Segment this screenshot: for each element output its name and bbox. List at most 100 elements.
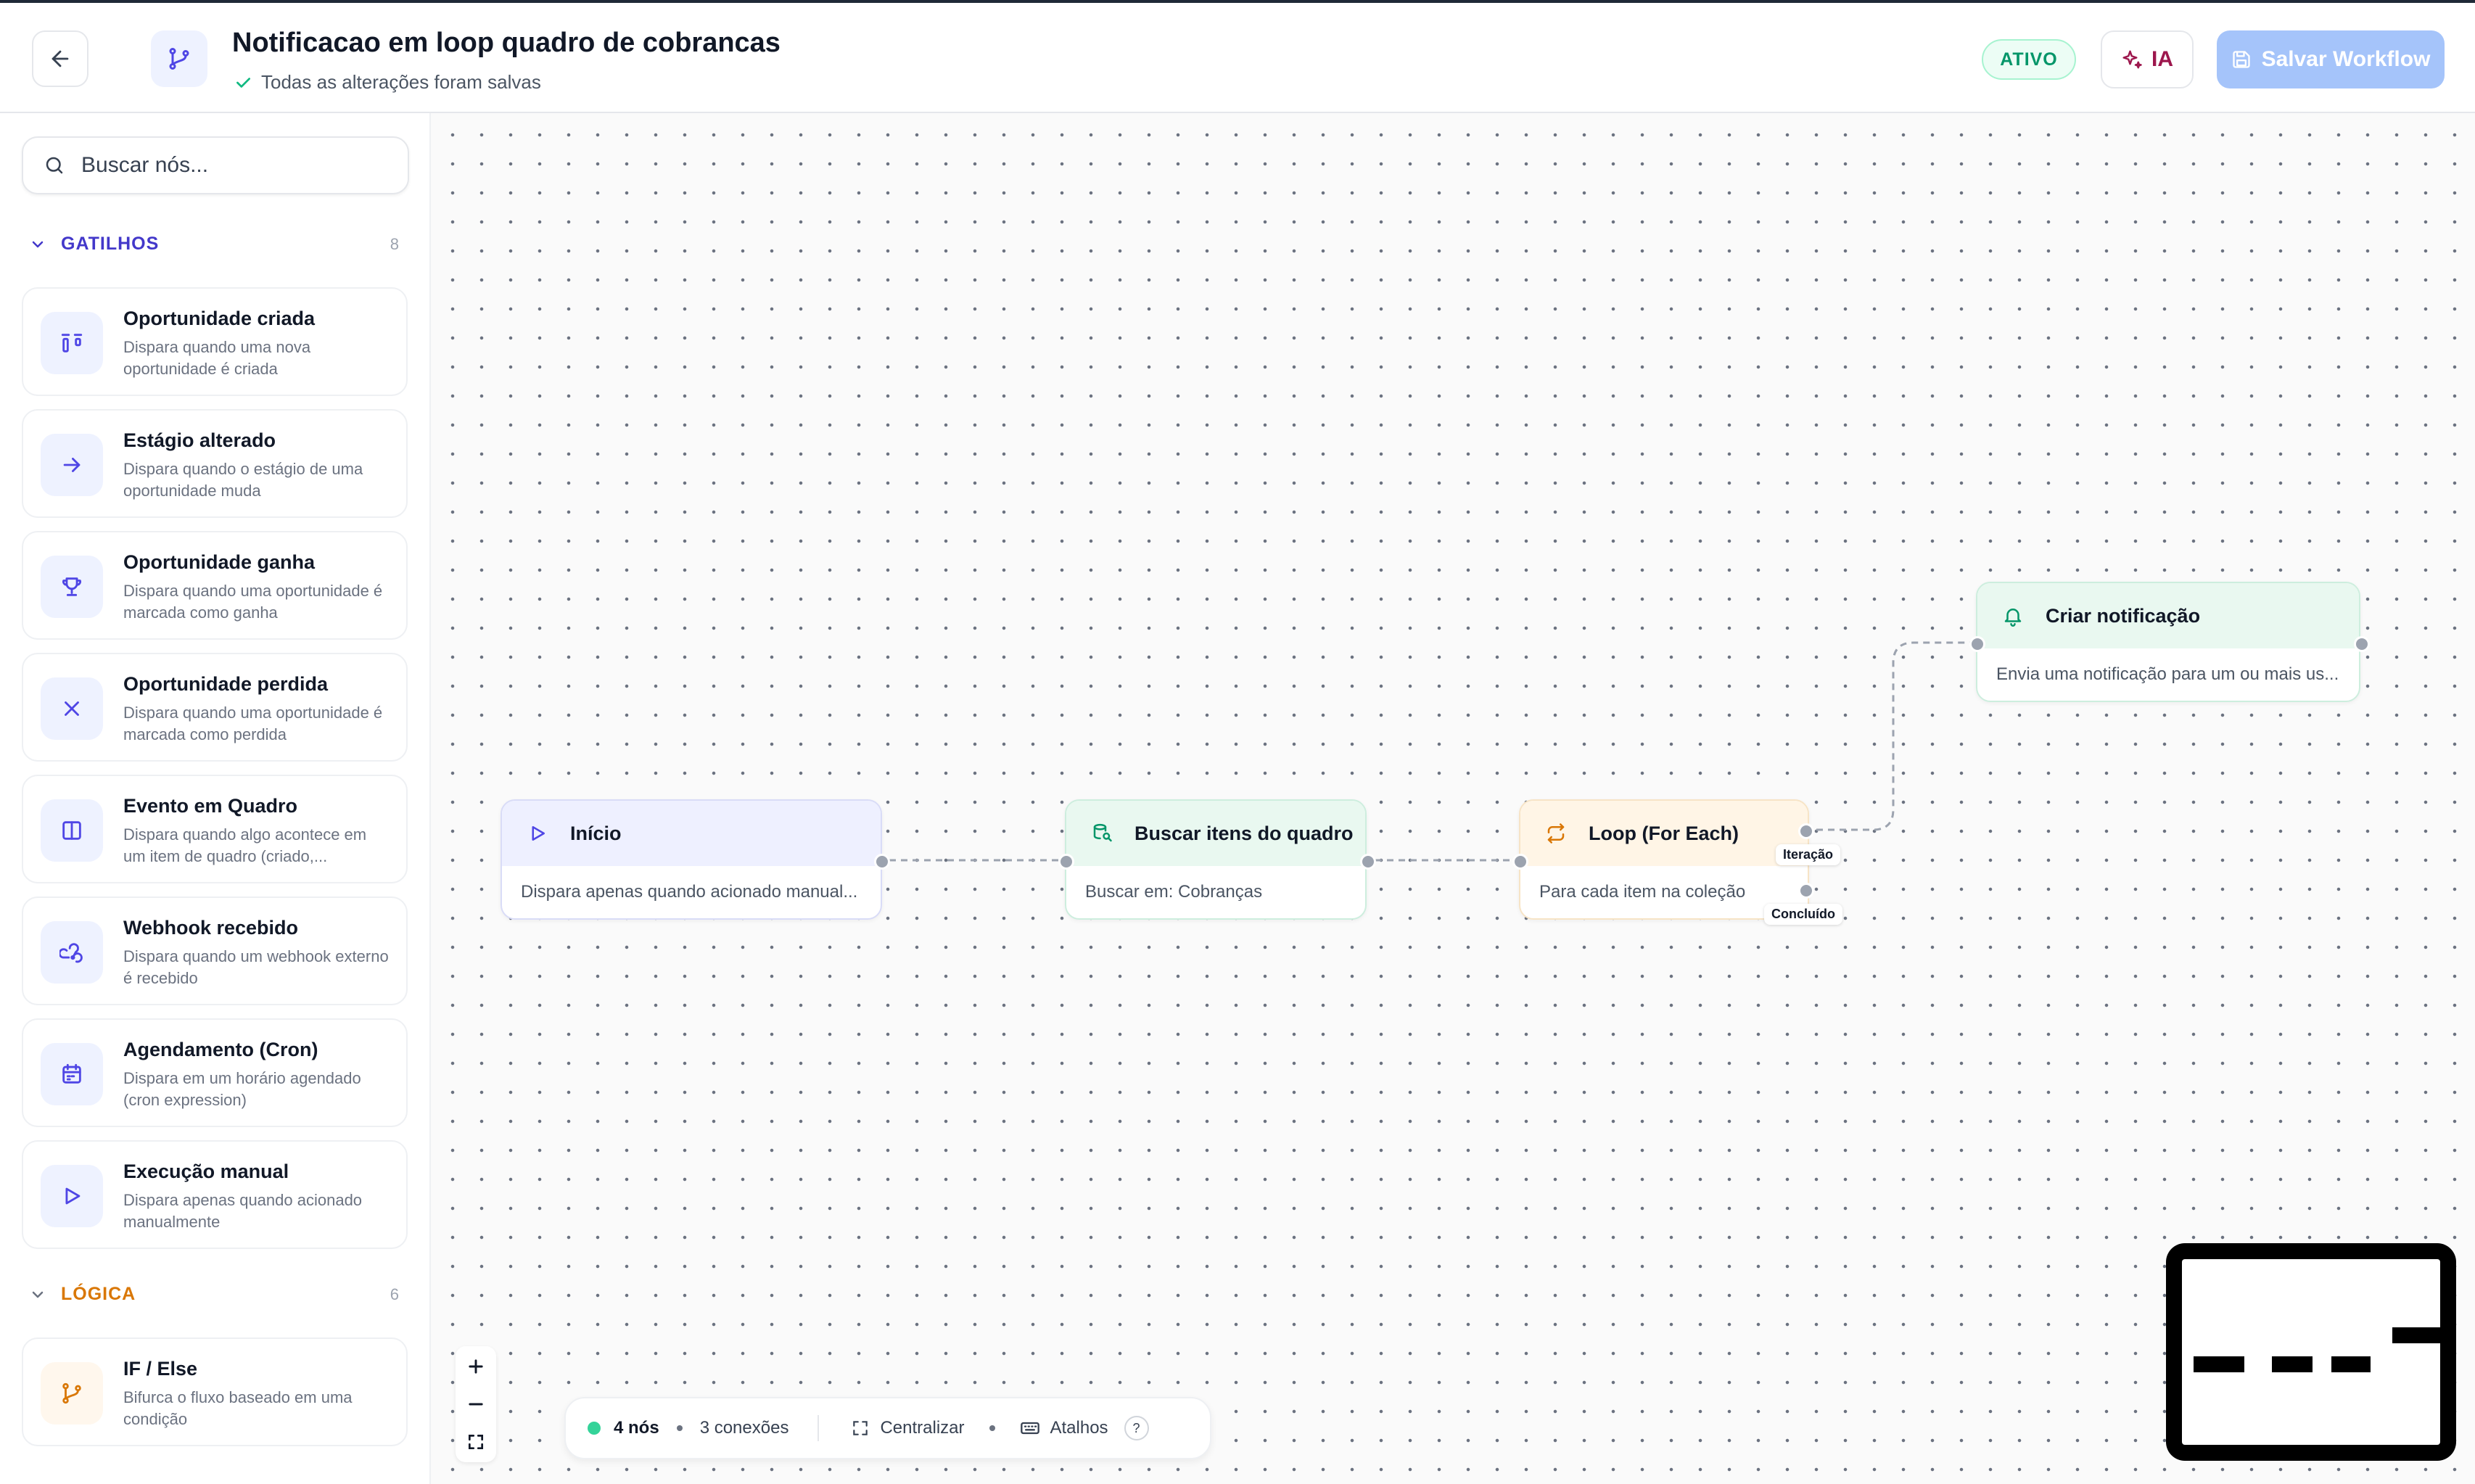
palette-item-name: IF / Else (123, 1358, 198, 1380)
node-description: Envia uma notificação para um ou mais us… (1996, 664, 2339, 684)
node-description: Para cada item na coleção (1539, 882, 1746, 902)
palette-item-name: Oportunidade ganha (123, 551, 316, 573)
node-header: Criar notificação (1977, 583, 2359, 648)
minimap-node (2331, 1356, 2371, 1372)
palette-item-webhook[interactable]: Webhook recebido Dispara quando um webho… (22, 896, 408, 1005)
help-button[interactable]: ? (1124, 1416, 1149, 1440)
output-port[interactable] (2354, 636, 2370, 652)
node-title: Loop (For Each) (1589, 822, 1739, 844)
workflow-node-fetch-board-items[interactable]: Buscar itens do quadro Buscar em: Cobran… (1058, 799, 1376, 920)
arrow-right-icon (41, 434, 103, 496)
repeat-icon (1547, 823, 1565, 844)
node-search[interactable] (22, 136, 409, 194)
palette-item-description: Dispara quando algo acontece em um item … (123, 825, 367, 865)
branch-icon (41, 1362, 103, 1425)
keyboard-icon (1020, 1422, 1039, 1435)
save-workflow-label: Salvar Workflow (2261, 47, 2431, 71)
bell-icon (2004, 609, 2022, 627)
branch-icon (169, 48, 189, 70)
palette-item-description: Dispara quando uma nova oportunidade é c… (123, 338, 311, 378)
workflow-header: Notificacao em loop quadro de cobrancas … (0, 3, 2475, 113)
input-port[interactable] (1058, 854, 1074, 870)
palette-item-name: Oportunidade criada (123, 308, 316, 329)
palette-item-manual-execution[interactable]: Execução manual Dispara apenas quando ac… (22, 1140, 408, 1249)
ai-button[interactable]: IA (2101, 30, 2194, 88)
shortcuts-button[interactable]: Atalhos (1020, 1418, 1108, 1438)
board-icon (41, 799, 103, 862)
search-input[interactable] (80, 152, 395, 178)
palette-item-description: Bifurca o fluxo baseado em uma condição (123, 1388, 353, 1428)
section-title: GATILHOS (61, 234, 160, 254)
section-logic[interactable]: LÓGICA 6 (29, 1284, 399, 1305)
palette-item-name: Execução manual (123, 1161, 289, 1182)
status-dot (588, 1422, 601, 1435)
done-port-label: Concluído (1764, 904, 1842, 925)
node-description: Buscar em: Cobranças (1085, 882, 1263, 902)
play-icon (532, 826, 545, 841)
arrow-left-icon (52, 50, 69, 67)
minimap-node (2392, 1327, 2445, 1343)
divider (818, 1415, 820, 1441)
palette-item-opportunity-lost[interactable]: Oportunidade perdida Dispara quando uma … (22, 653, 408, 762)
minus-icon (469, 1403, 483, 1406)
palette-item-name: Agendamento (Cron) (123, 1039, 318, 1060)
shortcuts-label: Atalhos (1050, 1418, 1108, 1438)
palette-item-description: Dispara em um horário agendado (cron exp… (123, 1069, 361, 1109)
x-icon (41, 677, 103, 740)
palette-item-if-else[interactable]: IF / Else Bifurca o fluxo baseado em uma… (22, 1337, 408, 1446)
palette-item-stage-changed[interactable]: Estágio alterado Dispara quando o estági… (22, 409, 408, 518)
node-palette-sidebar: GATILHOS 8 Oportunidade criada Dispara q… (0, 113, 431, 1484)
palette-item-opportunity-created[interactable]: Oportunidade criada Dispara quando uma n… (22, 287, 408, 396)
section-count: 8 (390, 234, 399, 253)
palette-item-description: Dispara quando uma oportunidade é marcad… (123, 704, 383, 743)
node-header: Início (502, 801, 881, 866)
palette-item-description: Dispara quando o estágio de uma oportuni… (123, 460, 363, 500)
iteration-output-port[interactable] (1798, 823, 1814, 839)
node-title: Buscar itens do quadro (1134, 822, 1354, 844)
chevron-down-icon (32, 241, 44, 247)
connections-count: 3 conexões (699, 1418, 789, 1438)
webhook-icon (41, 921, 103, 984)
palette-item-cron-schedule[interactable]: Agendamento (Cron) Dispara em um horário… (22, 1018, 408, 1127)
palette-item-name: Oportunidade perdida (123, 673, 329, 695)
workflow-node-start[interactable]: Início Dispara apenas quando acionado ma… (501, 799, 890, 920)
palette-item-description: Dispara quando um webhook externo é rece… (123, 947, 389, 987)
chevron-down-icon (32, 1291, 44, 1298)
plus-icon (469, 1359, 483, 1374)
node-header: Loop (For Each) (1520, 801, 1808, 866)
palette-item-description: Dispara quando uma oportunidade é marcad… (123, 582, 383, 622)
zoom-in-button[interactable] (461, 1352, 490, 1381)
input-port[interactable] (1512, 854, 1528, 870)
done-output-port[interactable] (1798, 883, 1814, 899)
workflow-node-create-notification[interactable]: Criar notificação Envia uma notificação … (1969, 582, 2370, 702)
status-badge[interactable]: ATIVO (1982, 39, 2076, 80)
database-search-icon (1093, 823, 1112, 842)
play-icon (41, 1165, 103, 1227)
fit-view-button[interactable] (461, 1427, 490, 1456)
palette-item-opportunity-won[interactable]: Oportunidade ganha Dispara quando uma op… (22, 531, 408, 640)
palette-item-description: Dispara apenas quando acionado manualmen… (123, 1191, 363, 1231)
node-description: Dispara apenas quando acionado manual... (521, 882, 858, 902)
back-button[interactable] (32, 30, 88, 87)
minimap-viewport (2182, 1259, 2445, 1445)
minimap[interactable] (2166, 1243, 2456, 1461)
section-triggers[interactable]: GATILHOS 8 (29, 234, 399, 255)
save-workflow-button[interactable]: Salvar Workflow (2217, 30, 2445, 88)
canvas-status-bar: 4 nós 3 conexões Centralizar Atalhos ? (564, 1397, 1211, 1459)
center-button[interactable]: Centralizar (851, 1418, 965, 1438)
focus-icon (853, 1421, 868, 1435)
input-port[interactable] (1969, 636, 1985, 652)
section-count: 6 (390, 1285, 399, 1303)
palette-item-board-event[interactable]: Evento em Quadro Dispara quando algo aco… (22, 775, 408, 883)
output-port[interactable] (1360, 854, 1376, 870)
node-header: Buscar itens do quadro (1066, 801, 1365, 866)
palette-item-name: Webhook recebido (123, 917, 299, 939)
minimap-node (2194, 1356, 2244, 1372)
palette-item-name: Evento em Quadro (123, 795, 298, 817)
zoom-out-button[interactable] (461, 1390, 490, 1419)
workflow-title[interactable]: Notificacao em loop quadro de cobrancas (232, 28, 781, 59)
calendar-icon (41, 1043, 103, 1105)
output-port[interactable] (874, 854, 890, 870)
node-title: Início (570, 822, 622, 844)
workflow-node-loop-for-each[interactable]: Loop (For Each) Para cada item na coleçã… (1512, 799, 1842, 925)
